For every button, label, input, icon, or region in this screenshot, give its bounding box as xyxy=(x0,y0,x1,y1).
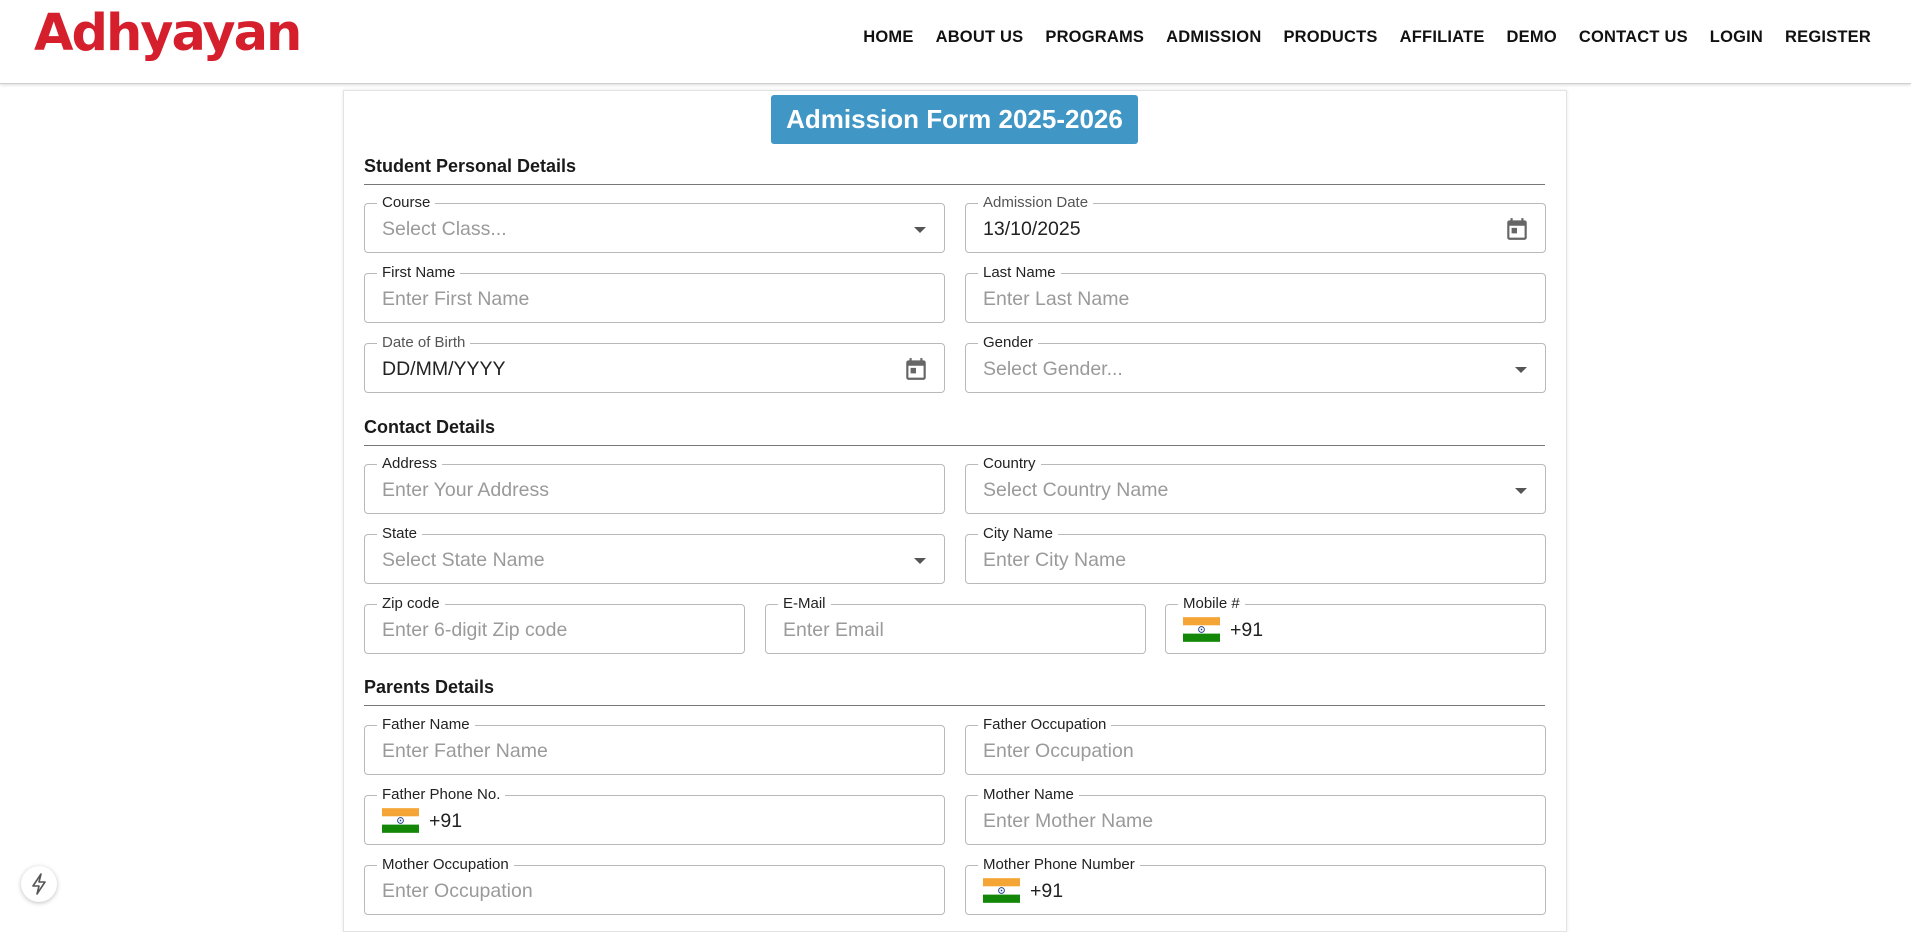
mother-phone-label: Mother Phone Number xyxy=(978,856,1140,874)
india-flag-icon[interactable] xyxy=(983,878,1020,903)
email-field[interactable]: E-Mail Enter Email xyxy=(765,595,1146,654)
mother-name-label: Mother Name xyxy=(978,786,1079,804)
section-title-contact: Contact Details xyxy=(364,417,1545,446)
father-phone-field[interactable]: Father Phone No. +91 xyxy=(364,786,945,845)
address-field[interactable]: Address Enter Your Address xyxy=(364,455,945,514)
site-logo[interactable]: Adhyayan xyxy=(34,2,302,66)
india-flag-icon[interactable] xyxy=(382,808,419,833)
gender-placeholder: Select Gender... xyxy=(983,358,1123,380)
mother-name-field[interactable]: Mother Name Enter Mother Name xyxy=(965,786,1546,845)
nav-home[interactable]: HOME xyxy=(863,28,913,47)
zip-field[interactable]: Zip code Enter 6-digit Zip code xyxy=(364,595,745,654)
form-title: Admission Form 2025-2026 xyxy=(771,95,1138,144)
calendar-icon[interactable] xyxy=(903,356,929,382)
mother-name-placeholder: Enter Mother Name xyxy=(983,810,1154,832)
mobile-country-code: +91 xyxy=(1230,619,1264,641)
state-label: State xyxy=(377,525,423,543)
main-nav: HOME ABOUT US PROGRAMS ADMISSION PRODUCT… xyxy=(841,28,1871,47)
chevron-down-icon[interactable] xyxy=(914,227,926,233)
country-label: Country xyxy=(978,455,1041,473)
mother-occupation-label: Mother Occupation xyxy=(377,856,514,874)
chevron-down-icon[interactable] xyxy=(914,558,926,564)
last-name-field[interactable]: Last Name Enter Last Name xyxy=(965,264,1546,323)
nav-admission[interactable]: ADMISSION xyxy=(1166,28,1261,47)
nav-about-us[interactable]: ABOUT US xyxy=(936,28,1024,47)
father-occupation-placeholder: Enter Occupation xyxy=(983,740,1134,762)
email-label: E-Mail xyxy=(778,595,831,613)
nav-products[interactable]: PRODUCTS xyxy=(1283,28,1377,47)
admission-date-label: Admission Date xyxy=(978,194,1094,212)
nav-demo[interactable]: DEMO xyxy=(1507,28,1557,47)
course-select[interactable]: Course Select Class... xyxy=(364,194,945,253)
dob-field[interactable]: Date of Birth DD/MM/YYYY xyxy=(364,334,945,393)
father-phone-country-code: +91 xyxy=(429,810,463,832)
father-name-label: Father Name xyxy=(377,716,475,734)
chevron-down-icon[interactable] xyxy=(1515,488,1527,494)
course-label: Course xyxy=(377,194,436,212)
country-placeholder: Select Country Name xyxy=(983,479,1169,501)
last-name-placeholder: Enter Last Name xyxy=(983,288,1130,310)
mobile-field[interactable]: Mobile # +91 xyxy=(1165,595,1546,654)
admission-date-value: 13/10/2025 xyxy=(983,218,1081,240)
dob-value: DD/MM/YYYY xyxy=(382,358,506,380)
last-name-label: Last Name xyxy=(978,264,1061,282)
first-name-label: First Name xyxy=(377,264,461,282)
nav-register[interactable]: REGISTER xyxy=(1785,28,1871,47)
course-placeholder: Select Class... xyxy=(382,218,507,240)
dob-label: Date of Birth xyxy=(377,334,471,352)
mother-phone-field[interactable]: Mother Phone Number +91 xyxy=(965,856,1546,915)
section-title-personal: Student Personal Details xyxy=(364,156,1545,185)
nav-contact-us[interactable]: CONTACT US xyxy=(1579,28,1688,47)
bolt-icon xyxy=(32,873,46,895)
father-phone-label: Father Phone No. xyxy=(377,786,506,804)
zip-placeholder: Enter 6-digit Zip code xyxy=(382,619,568,641)
father-name-placeholder: Enter Father Name xyxy=(382,740,548,762)
father-name-field[interactable]: Father Name Enter Father Name xyxy=(364,716,945,775)
site-header: Adhyayan HOME ABOUT US PROGRAMS ADMISSIO… xyxy=(0,0,1911,84)
mobile-label: Mobile # xyxy=(1178,595,1245,613)
address-placeholder: Enter Your Address xyxy=(382,479,549,501)
address-label: Address xyxy=(377,455,443,473)
chevron-down-icon[interactable] xyxy=(1515,367,1527,373)
admission-date-field[interactable]: Admission Date 13/10/2025 xyxy=(965,194,1546,253)
father-occupation-label: Father Occupation xyxy=(978,716,1112,734)
mother-occupation-placeholder: Enter Occupation xyxy=(382,880,533,902)
email-placeholder: Enter Email xyxy=(783,619,884,641)
nav-programs[interactable]: PROGRAMS xyxy=(1045,28,1144,47)
city-placeholder: Enter City Name xyxy=(983,549,1127,571)
father-occupation-field[interactable]: Father Occupation Enter Occupation xyxy=(965,716,1546,775)
mother-occupation-field[interactable]: Mother Occupation Enter Occupation xyxy=(364,856,945,915)
mother-phone-country-code: +91 xyxy=(1030,880,1064,902)
calendar-icon[interactable] xyxy=(1504,216,1530,242)
state-select[interactable]: State Select State Name xyxy=(364,525,945,584)
nav-affiliate[interactable]: AFFILIATE xyxy=(1400,28,1485,47)
quick-action-button[interactable] xyxy=(21,866,57,902)
gender-label: Gender xyxy=(978,334,1039,352)
city-field[interactable]: City Name Enter City Name xyxy=(965,525,1546,584)
india-flag-icon[interactable] xyxy=(1183,617,1220,642)
country-select[interactable]: Country Select Country Name xyxy=(965,455,1546,514)
first-name-field[interactable]: First Name Enter First Name xyxy=(364,264,945,323)
zip-label: Zip code xyxy=(377,595,445,613)
state-placeholder: Select State Name xyxy=(382,549,545,571)
nav-login[interactable]: LOGIN xyxy=(1710,28,1763,47)
first-name-placeholder: Enter First Name xyxy=(382,288,530,310)
city-label: City Name xyxy=(978,525,1059,543)
section-title-parents: Parents Details xyxy=(364,677,1545,706)
gender-select[interactable]: Gender Select Gender... xyxy=(965,334,1546,393)
